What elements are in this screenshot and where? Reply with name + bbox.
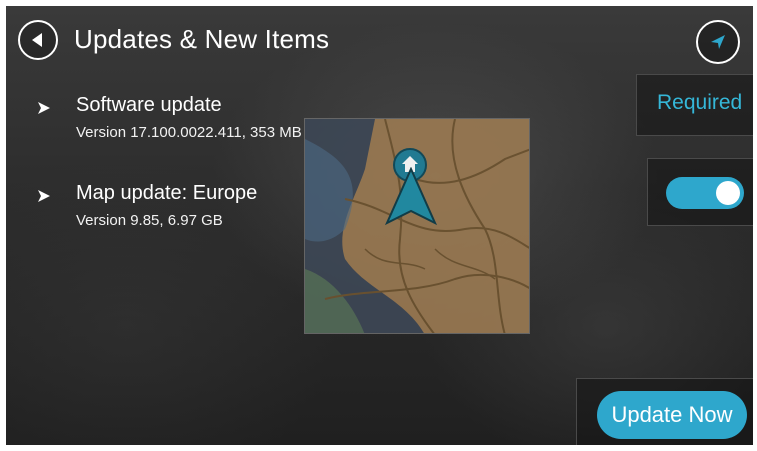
item-label: Map update: Europe	[76, 182, 258, 204]
back-arrow-icon	[32, 33, 42, 47]
toggle-panel	[647, 158, 753, 226]
page-title: Updates & New Items	[74, 24, 330, 54]
required-label: Required	[657, 91, 743, 114]
vehicle-position-icon	[384, 167, 438, 226]
map-preview	[304, 118, 530, 334]
item-detail: Version 9.85, 6.97 GB	[76, 212, 223, 229]
required-status-panel: Required	[636, 74, 753, 136]
toggle-knob	[716, 181, 740, 205]
chevron-right-icon	[38, 102, 50, 114]
update-now-button[interactable]: Update Now	[597, 391, 747, 439]
chevron-right-icon	[38, 190, 50, 202]
map-update-toggle[interactable]	[666, 177, 744, 209]
update-action-panel: Update Now	[576, 378, 753, 445]
back-button[interactable]	[18, 20, 58, 60]
navigation-button[interactable]	[696, 20, 740, 64]
item-label: Software update	[76, 94, 222, 116]
item-detail: Version 17.100.0022.411, 353 MB	[76, 124, 302, 141]
device-screen: Updates & New Items Software update Vers…	[6, 6, 753, 445]
navigation-arrow-icon	[711, 35, 725, 49]
